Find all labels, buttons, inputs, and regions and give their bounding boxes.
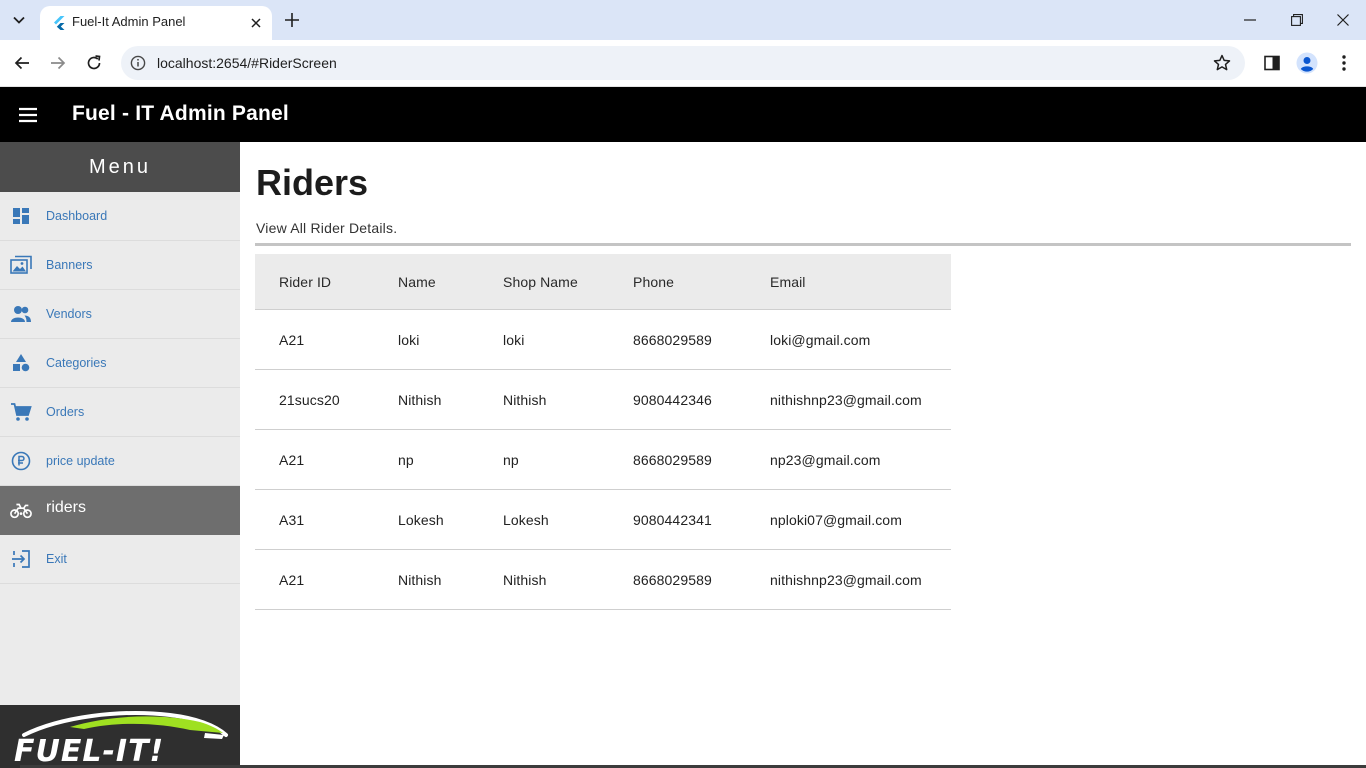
sidebar-item-banners[interactable]: Banners [0, 241, 240, 290]
table-header-row: Rider ID Name Shop Name Phone Email [255, 254, 951, 310]
sidebar-item-exit[interactable]: Exit [0, 535, 240, 584]
cell-rider-id: A21 [279, 452, 305, 468]
hamburger-menu-icon[interactable] [16, 104, 40, 126]
table-row[interactable]: A21 loki loki 8668029589 loki@gmail.com [255, 310, 951, 370]
tab-close-icon[interactable] [247, 14, 265, 32]
profile-avatar-icon[interactable] [1296, 52, 1318, 74]
new-tab-plus-icon[interactable] [282, 10, 302, 30]
cell-name: Nithish [398, 392, 442, 408]
sidebar-item-dashboard[interactable]: Dashboard [0, 192, 240, 241]
column-header-name[interactable]: Name [398, 274, 436, 290]
flutter-favicon-icon [51, 15, 67, 31]
cell-name: Nithish [398, 572, 442, 588]
cell-name: loki [398, 332, 420, 348]
browser-tabstrip: Fuel-It Admin Panel [0, 0, 1366, 40]
app-title: Fuel - IT Admin Panel [72, 102, 289, 125]
cell-rider-id: A31 [279, 512, 305, 528]
page-subtitle: View All Rider Details. [256, 220, 398, 236]
menu-header: Menu [0, 142, 240, 192]
sidebar-item-label: Exit [46, 552, 67, 566]
site-info-icon[interactable] [130, 55, 146, 71]
app-bar: Fuel - IT Admin Panel [0, 87, 1366, 142]
category-icon [10, 352, 32, 374]
bookmark-star-icon[interactable] [1213, 54, 1231, 72]
forward-arrow-icon[interactable] [47, 52, 69, 74]
browser-tab[interactable]: Fuel-It Admin Panel [40, 6, 272, 40]
sidebar-item-vendors[interactable]: Vendors [0, 290, 240, 339]
image-icon [10, 254, 32, 276]
minimize-icon[interactable] [1240, 10, 1260, 30]
reload-icon[interactable] [83, 52, 105, 74]
cell-phone: 8668029589 [633, 452, 712, 468]
sidebar-item-label: Vendors [46, 307, 92, 321]
sidebar-item-riders[interactable]: riders [0, 486, 240, 535]
table-row[interactable]: A21 Nithish Nithish 8668029589 nithishnp… [255, 550, 951, 610]
cell-phone: 8668029589 [633, 332, 712, 348]
tab-search-chevron-icon[interactable] [6, 8, 32, 32]
cell-email: np23@gmail.com [770, 452, 881, 468]
sidebar-item-label: Categories [46, 356, 107, 370]
side-panel-icon[interactable] [1261, 52, 1283, 74]
column-header-phone[interactable]: Phone [633, 274, 674, 290]
rupee-icon [10, 450, 32, 472]
restore-icon[interactable] [1287, 10, 1307, 30]
menu-header-label: Menu [88, 155, 152, 178]
svg-text:FUEL-IT!: FUEL-IT! [14, 734, 164, 768]
cell-rider-id: A21 [279, 572, 305, 588]
address-bar[interactable]: localhost:2654/#RiderScreen [121, 46, 1245, 80]
back-arrow-icon[interactable] [11, 52, 33, 74]
sidebar: Menu Dashboard Banners Vendors Categorie… [0, 142, 240, 768]
title-divider [255, 243, 1351, 246]
close-window-icon[interactable] [1333, 10, 1353, 30]
cell-shop-name: Lokesh [503, 512, 549, 528]
table-row[interactable]: A21 np np 8668029589 np23@gmail.com [255, 430, 951, 490]
cell-email: nithishnp23@gmail.com [770, 392, 922, 408]
url-text: localhost:2654/#RiderScreen [157, 55, 337, 71]
cell-email: nithishnp23@gmail.com [770, 572, 922, 588]
fuel-it-logo: FUEL-IT! [0, 705, 240, 768]
cell-shop-name: Nithish [503, 392, 547, 408]
people-icon [10, 303, 32, 325]
more-menu-icon[interactable] [1333, 52, 1355, 74]
sidebar-item-orders[interactable]: Orders [0, 388, 240, 437]
cell-email: nploki07@gmail.com [770, 512, 902, 528]
dashboard-icon [10, 205, 32, 227]
sidebar-item-price-update[interactable]: price update [0, 437, 240, 486]
riders-table: Rider ID Name Shop Name Phone Email A21 … [255, 254, 951, 610]
sidebar-item-label: riders [46, 499, 87, 516]
cell-phone: 9080442346 [633, 392, 712, 408]
exit-icon [10, 548, 32, 570]
cart-icon [10, 401, 32, 423]
sidebar-item-label: price update [46, 454, 115, 468]
browser-toolbar: localhost:2654/#RiderScreen [0, 40, 1366, 87]
column-header-shop-name[interactable]: Shop Name [503, 274, 578, 290]
cell-rider-id: A21 [279, 332, 305, 348]
sidebar-item-label: Banners [46, 258, 93, 272]
bike-icon [10, 499, 32, 521]
cell-rider-id: 21sucs20 [279, 392, 340, 408]
sidebar-item-categories[interactable]: Categories [0, 339, 240, 388]
table-row[interactable]: A31 Lokesh Lokesh 9080442341 nploki07@gm… [255, 490, 951, 550]
table-row[interactable]: 21sucs20 Nithish Nithish 9080442346 nith… [255, 370, 951, 430]
column-header-email[interactable]: Email [770, 274, 806, 290]
tab-title: Fuel-It Admin Panel [72, 14, 186, 29]
cell-email: loki@gmail.com [770, 332, 871, 348]
cell-shop-name: loki [503, 332, 525, 348]
cell-name: np [398, 452, 414, 468]
sidebar-item-label: Dashboard [46, 209, 108, 223]
cell-shop-name: Nithish [503, 572, 547, 588]
sidebar-item-label: Orders [46, 405, 85, 419]
cell-shop-name: np [503, 452, 519, 468]
column-header-rider-id[interactable]: Rider ID [279, 274, 331, 290]
cell-name: Lokesh [398, 512, 444, 528]
cell-phone: 9080442341 [633, 512, 712, 528]
page-title: Riders [256, 162, 369, 203]
cell-phone: 8668029589 [633, 572, 712, 588]
